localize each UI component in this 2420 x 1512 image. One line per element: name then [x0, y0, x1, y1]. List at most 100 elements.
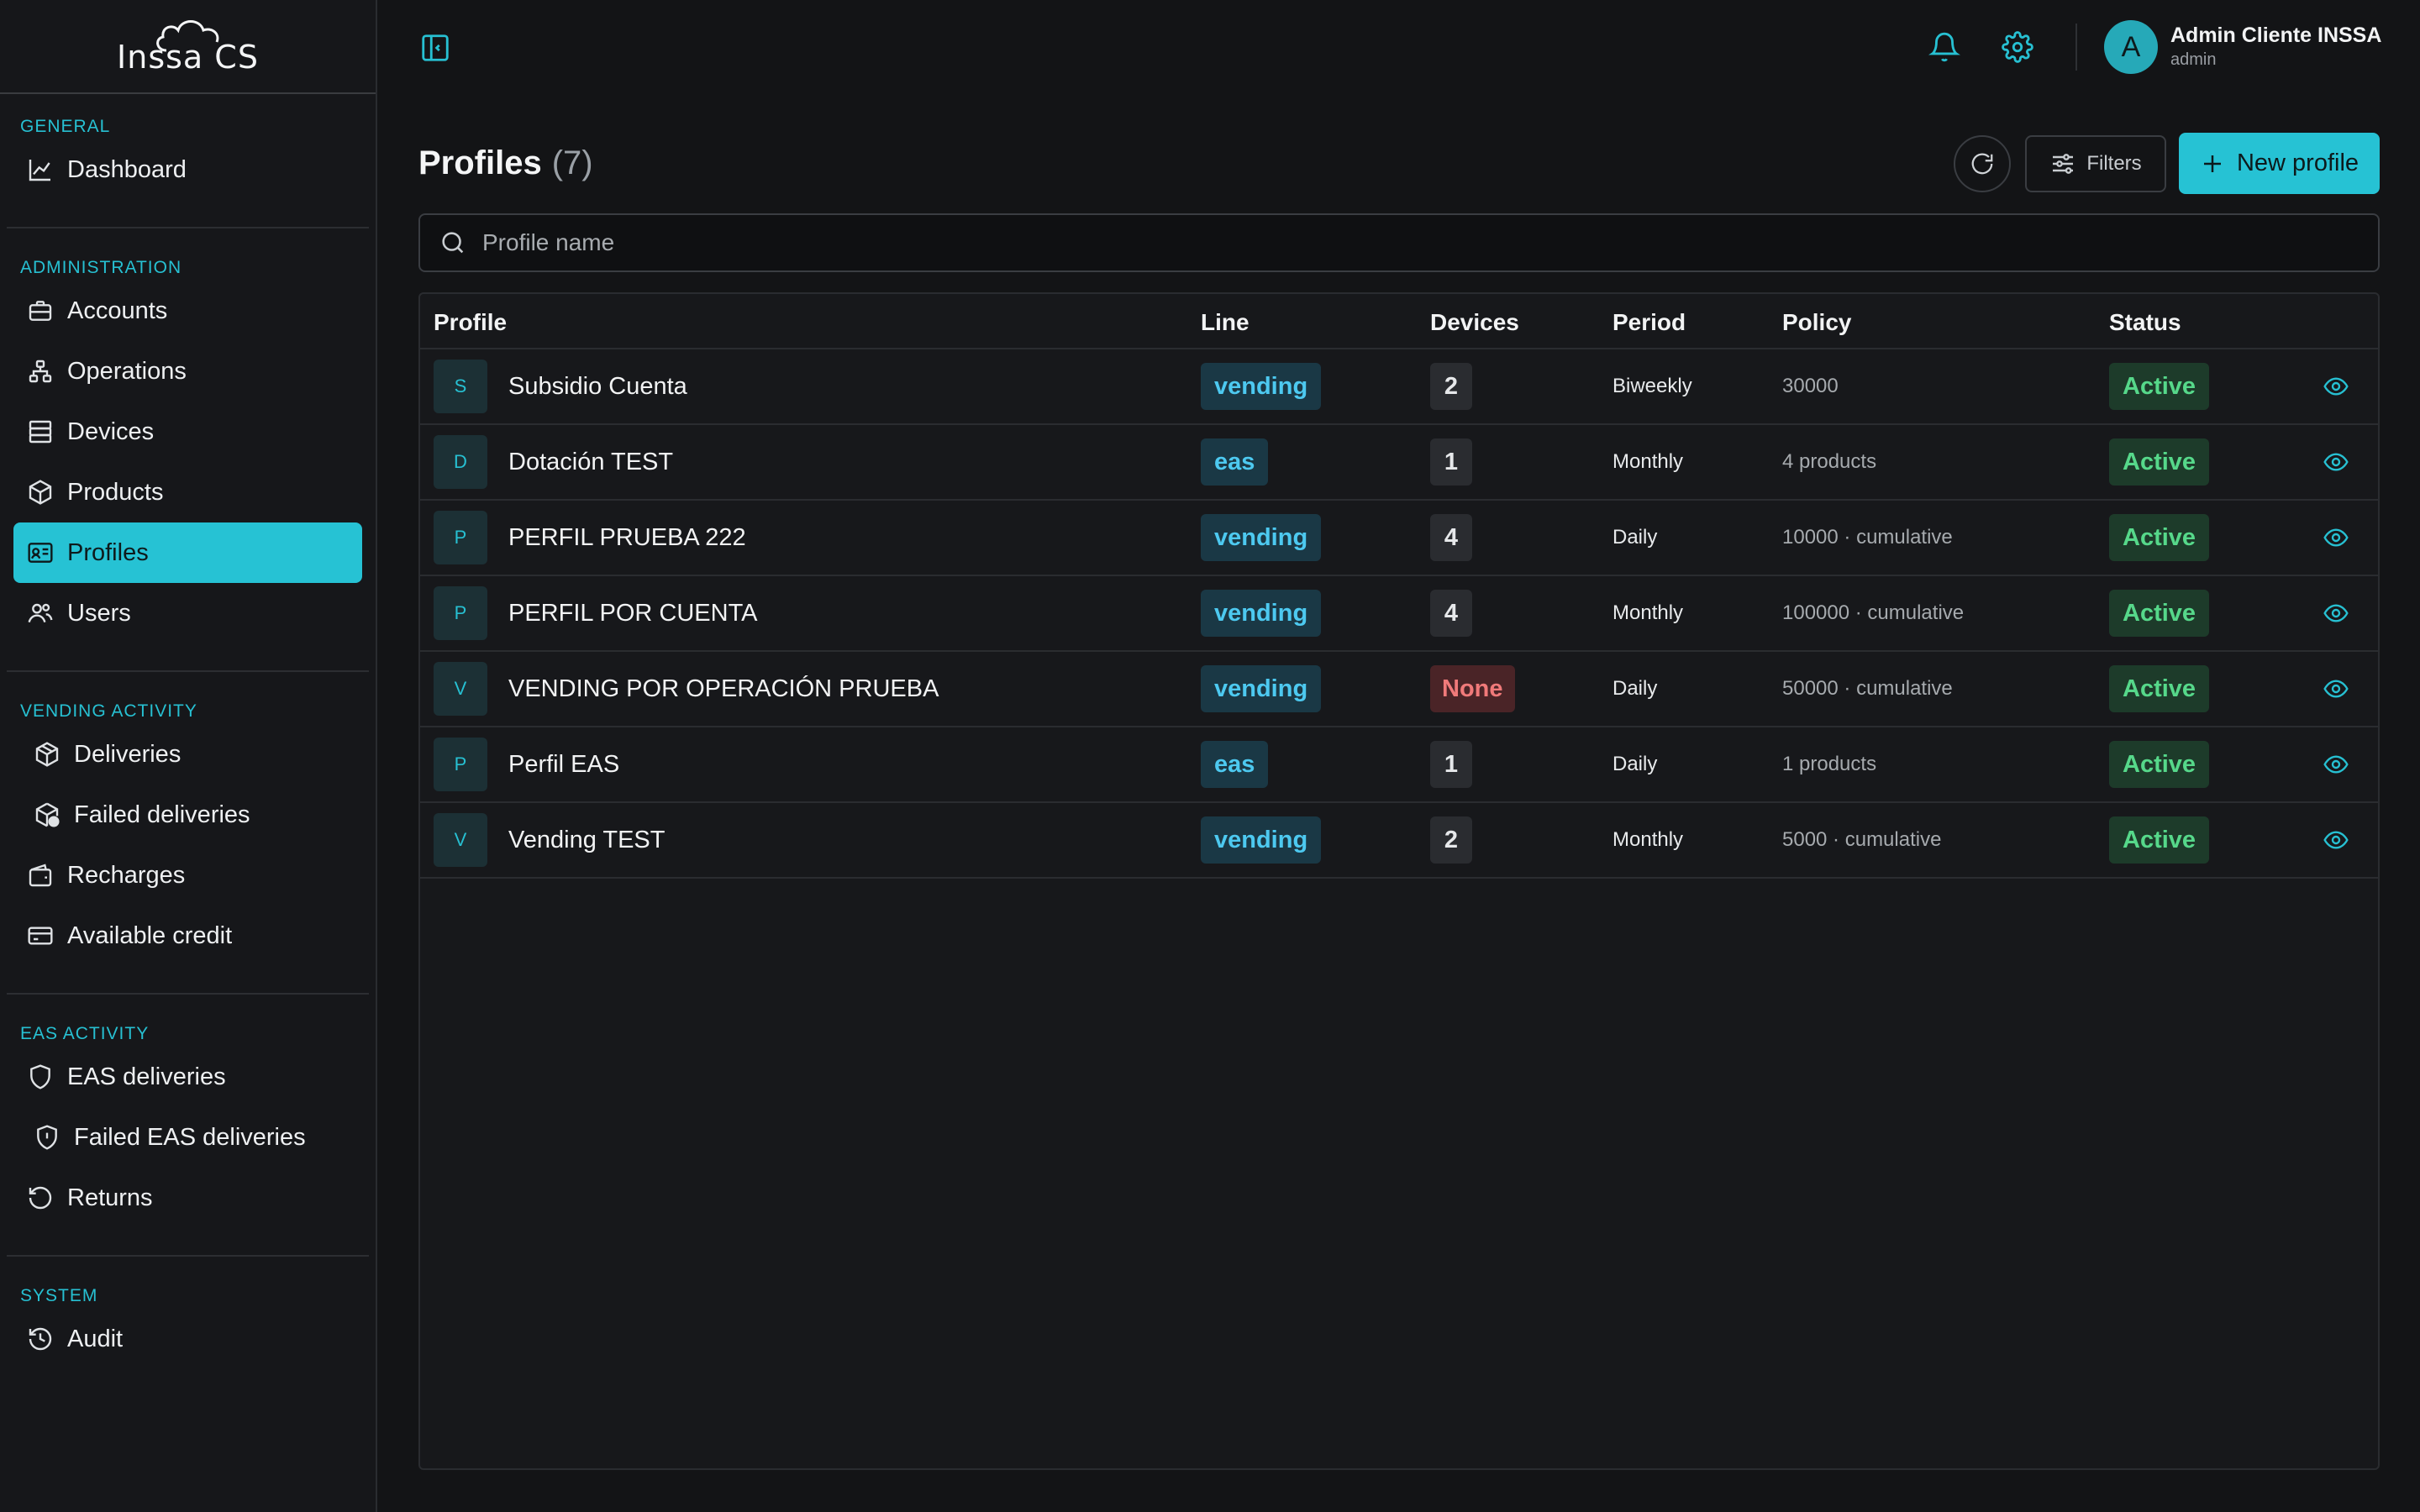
profile-cell: P [434, 501, 487, 575]
sidebar-item-devices[interactable]: Devices [13, 402, 362, 462]
table-row[interactable]: V Vending TEST vending 2 Monthly 5000 · cumul… [420, 803, 2378, 879]
line-cell: vending [1201, 652, 1322, 726]
search-input[interactable] [482, 229, 2331, 256]
sidebar-item-label: Failed deliveries [74, 801, 250, 828]
view-button[interactable] [2323, 652, 2349, 726]
profile-cell: V [434, 803, 487, 877]
settings-button[interactable] [2002, 31, 2033, 63]
chart-line-icon [25, 155, 55, 185]
profiles-table: Profile Line Devices Period Policy Statu… [418, 292, 2380, 1470]
sidebar-item-dashboard[interactable]: Dashboard [13, 139, 362, 200]
policy-text: 1 products [1782, 753, 1877, 775]
sidebar-item-returns[interactable]: Returns [13, 1168, 362, 1228]
devices-cell: 1 [1430, 425, 1472, 499]
sidebar-item-label: Devices [67, 417, 155, 445]
period-cell: Daily [1612, 501, 1657, 575]
table-row[interactable]: P Perfil EAS eas 1 Daily 1 products Active [420, 727, 2378, 803]
users-icon [25, 598, 55, 628]
period-text: Biweekly [1612, 375, 1692, 397]
sidebar-item-deliveries[interactable]: Deliveries [13, 724, 362, 785]
rotate-ccw-icon [25, 1183, 55, 1213]
devices-badge: 1 [1430, 438, 1472, 486]
column-header-policy[interactable]: Policy [1782, 309, 1851, 336]
sidebar-item-accounts[interactable]: Accounts [13, 281, 362, 341]
hierarchy-icon [25, 356, 55, 386]
avatar[interactable]: A [2104, 20, 2158, 74]
profile-name[interactable]: Perfil EAS [508, 751, 619, 779]
table-row[interactable]: D Dotación TEST eas 1 Monthly 4 products Activ… [420, 425, 2378, 501]
app-logo[interactable]: Inssa CS [0, 0, 376, 94]
eye-icon [2323, 751, 2349, 778]
profile-initial: V [434, 813, 487, 867]
nav-heading: EAS ACTIVITY [20, 1024, 150, 1043]
policy-cell: 1 products [1782, 727, 1876, 801]
refresh-button[interactable] [1954, 135, 2011, 192]
column-header-status[interactable]: Status [2109, 309, 2181, 336]
filters-button[interactable]: Filters [2025, 135, 2166, 192]
line-badge: eas [1201, 741, 1269, 788]
profile-name[interactable]: PERFIL POR CUENTA [508, 600, 758, 627]
profile-initial: P [434, 586, 487, 640]
sidebar-item-label: Dashboard [67, 155, 187, 183]
view-button[interactable] [2323, 425, 2349, 499]
sidebar-item-eas-deliveries[interactable]: EAS deliveries [13, 1047, 362, 1107]
user-name[interactable]: Admin Cliente INSSA [2170, 24, 2381, 48]
sidebar-item-audit[interactable]: Audit [13, 1309, 362, 1369]
profile-initial: P [434, 511, 487, 564]
sidebar-item-operations[interactable]: Operations [13, 341, 362, 402]
sidebar-item-profiles[interactable]: Profiles [13, 522, 362, 583]
sidebar-item-users[interactable]: Users [13, 583, 362, 643]
line-badge: vending [1201, 816, 1322, 864]
column-header-period[interactable]: Period [1612, 309, 1686, 336]
profile-name-cell: Perfil EAS [508, 727, 619, 801]
table-row[interactable]: P PERFIL PRUEBA 222 vending 4 Daily 10000 · c… [420, 501, 2378, 576]
column-header-profile[interactable]: Profile [434, 309, 507, 336]
sidebar-item-label: EAS deliveries [67, 1063, 226, 1090]
sidebar-toggle-button[interactable] [419, 32, 451, 64]
status-cell: Active [2109, 803, 2210, 877]
status-badge: Active [2109, 514, 2210, 561]
refresh-icon [1971, 153, 1993, 175]
period-cell: Monthly [1612, 576, 1683, 650]
table-row[interactable]: V VENDING POR OPERACIÓN PRUEBA vending None… [420, 652, 2378, 727]
policy-text: 5000 · cumulative [1782, 828, 1942, 851]
view-button[interactable] [2323, 803, 2349, 877]
page-title: Profiles (7) [418, 144, 593, 182]
status-cell: Active [2109, 425, 2210, 499]
profile-initial: S [434, 360, 487, 413]
view-button[interactable] [2323, 727, 2349, 801]
profile-name[interactable]: VENDING POR OPERACIÓN PRUEBA [508, 675, 939, 703]
briefcase-icon [25, 296, 55, 326]
period-cell: Daily [1612, 727, 1657, 801]
policy-text: 50000 · cumulative [1782, 677, 1953, 700]
profile-cell: P [434, 727, 487, 801]
profile-name[interactable]: Vending TEST [508, 827, 665, 854]
sidebar-item-failed-eas-deliveries[interactable]: Failed EAS deliveries [13, 1107, 362, 1168]
table-row[interactable]: P PERFIL POR CUENTA vending 4 Monthly 100000 … [420, 576, 2378, 652]
view-button[interactable] [2323, 576, 2349, 650]
sidebar-item-available-credit[interactable]: Available credit [13, 906, 362, 966]
policy-cell: 5000 · cumulative [1782, 803, 1941, 877]
profile-cell: D [434, 425, 487, 499]
profile-name[interactable]: PERFIL PRUEBA 222 [508, 524, 746, 552]
column-header-line[interactable]: Line [1201, 309, 1249, 336]
sidebar-item-label: Operations [67, 357, 187, 385]
profile-name-cell: Vending TEST [508, 803, 665, 877]
view-button[interactable] [2323, 501, 2349, 575]
notifications-button[interactable] [1928, 31, 1960, 63]
new-profile-button[interactable]: New profile [2179, 133, 2380, 194]
view-button[interactable] [2323, 349, 2349, 423]
sidebar-item-failed-deliveries[interactable]: Failed deliveries [13, 785, 362, 845]
table-row[interactable]: S Subsidio Cuenta vending 2 Biweekly 30000 Act… [420, 349, 2378, 425]
column-header-devices[interactable]: Devices [1430, 309, 1519, 336]
shield-alert-icon [32, 1122, 62, 1152]
new-profile-label: New profile [2236, 150, 2360, 176]
profile-name[interactable]: Subsidio Cuenta [508, 373, 687, 401]
policy-cell: 50000 · cumulative [1782, 652, 1953, 726]
profile-cell: V [434, 652, 487, 726]
sidebar-item-recharges[interactable]: Recharges [13, 845, 362, 906]
devices-cell: 4 [1430, 576, 1472, 650]
gear-icon [2002, 31, 2033, 63]
profile-name[interactable]: Dotación TEST [508, 449, 673, 476]
sidebar-item-products[interactable]: Products [13, 462, 362, 522]
